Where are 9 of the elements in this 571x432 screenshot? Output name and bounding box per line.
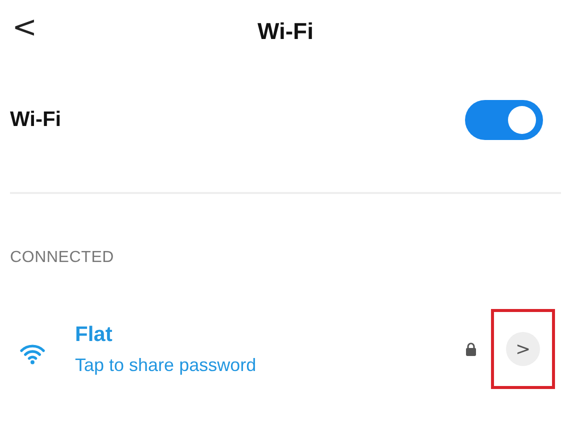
page-title: Wi-Fi [258,18,314,44]
network-name: Flat [75,322,112,346]
share-password-hint[interactable]: Tap to share password [75,354,256,376]
details-button[interactable]: > [506,332,540,366]
section-heading: CONNECTED [10,249,114,267]
back-button[interactable]: < [6,10,44,45]
wifi-toggle[interactable] [465,100,543,140]
wifi-label: Wi-Fi [10,108,62,132]
wifi-signal-icon [19,343,46,365]
